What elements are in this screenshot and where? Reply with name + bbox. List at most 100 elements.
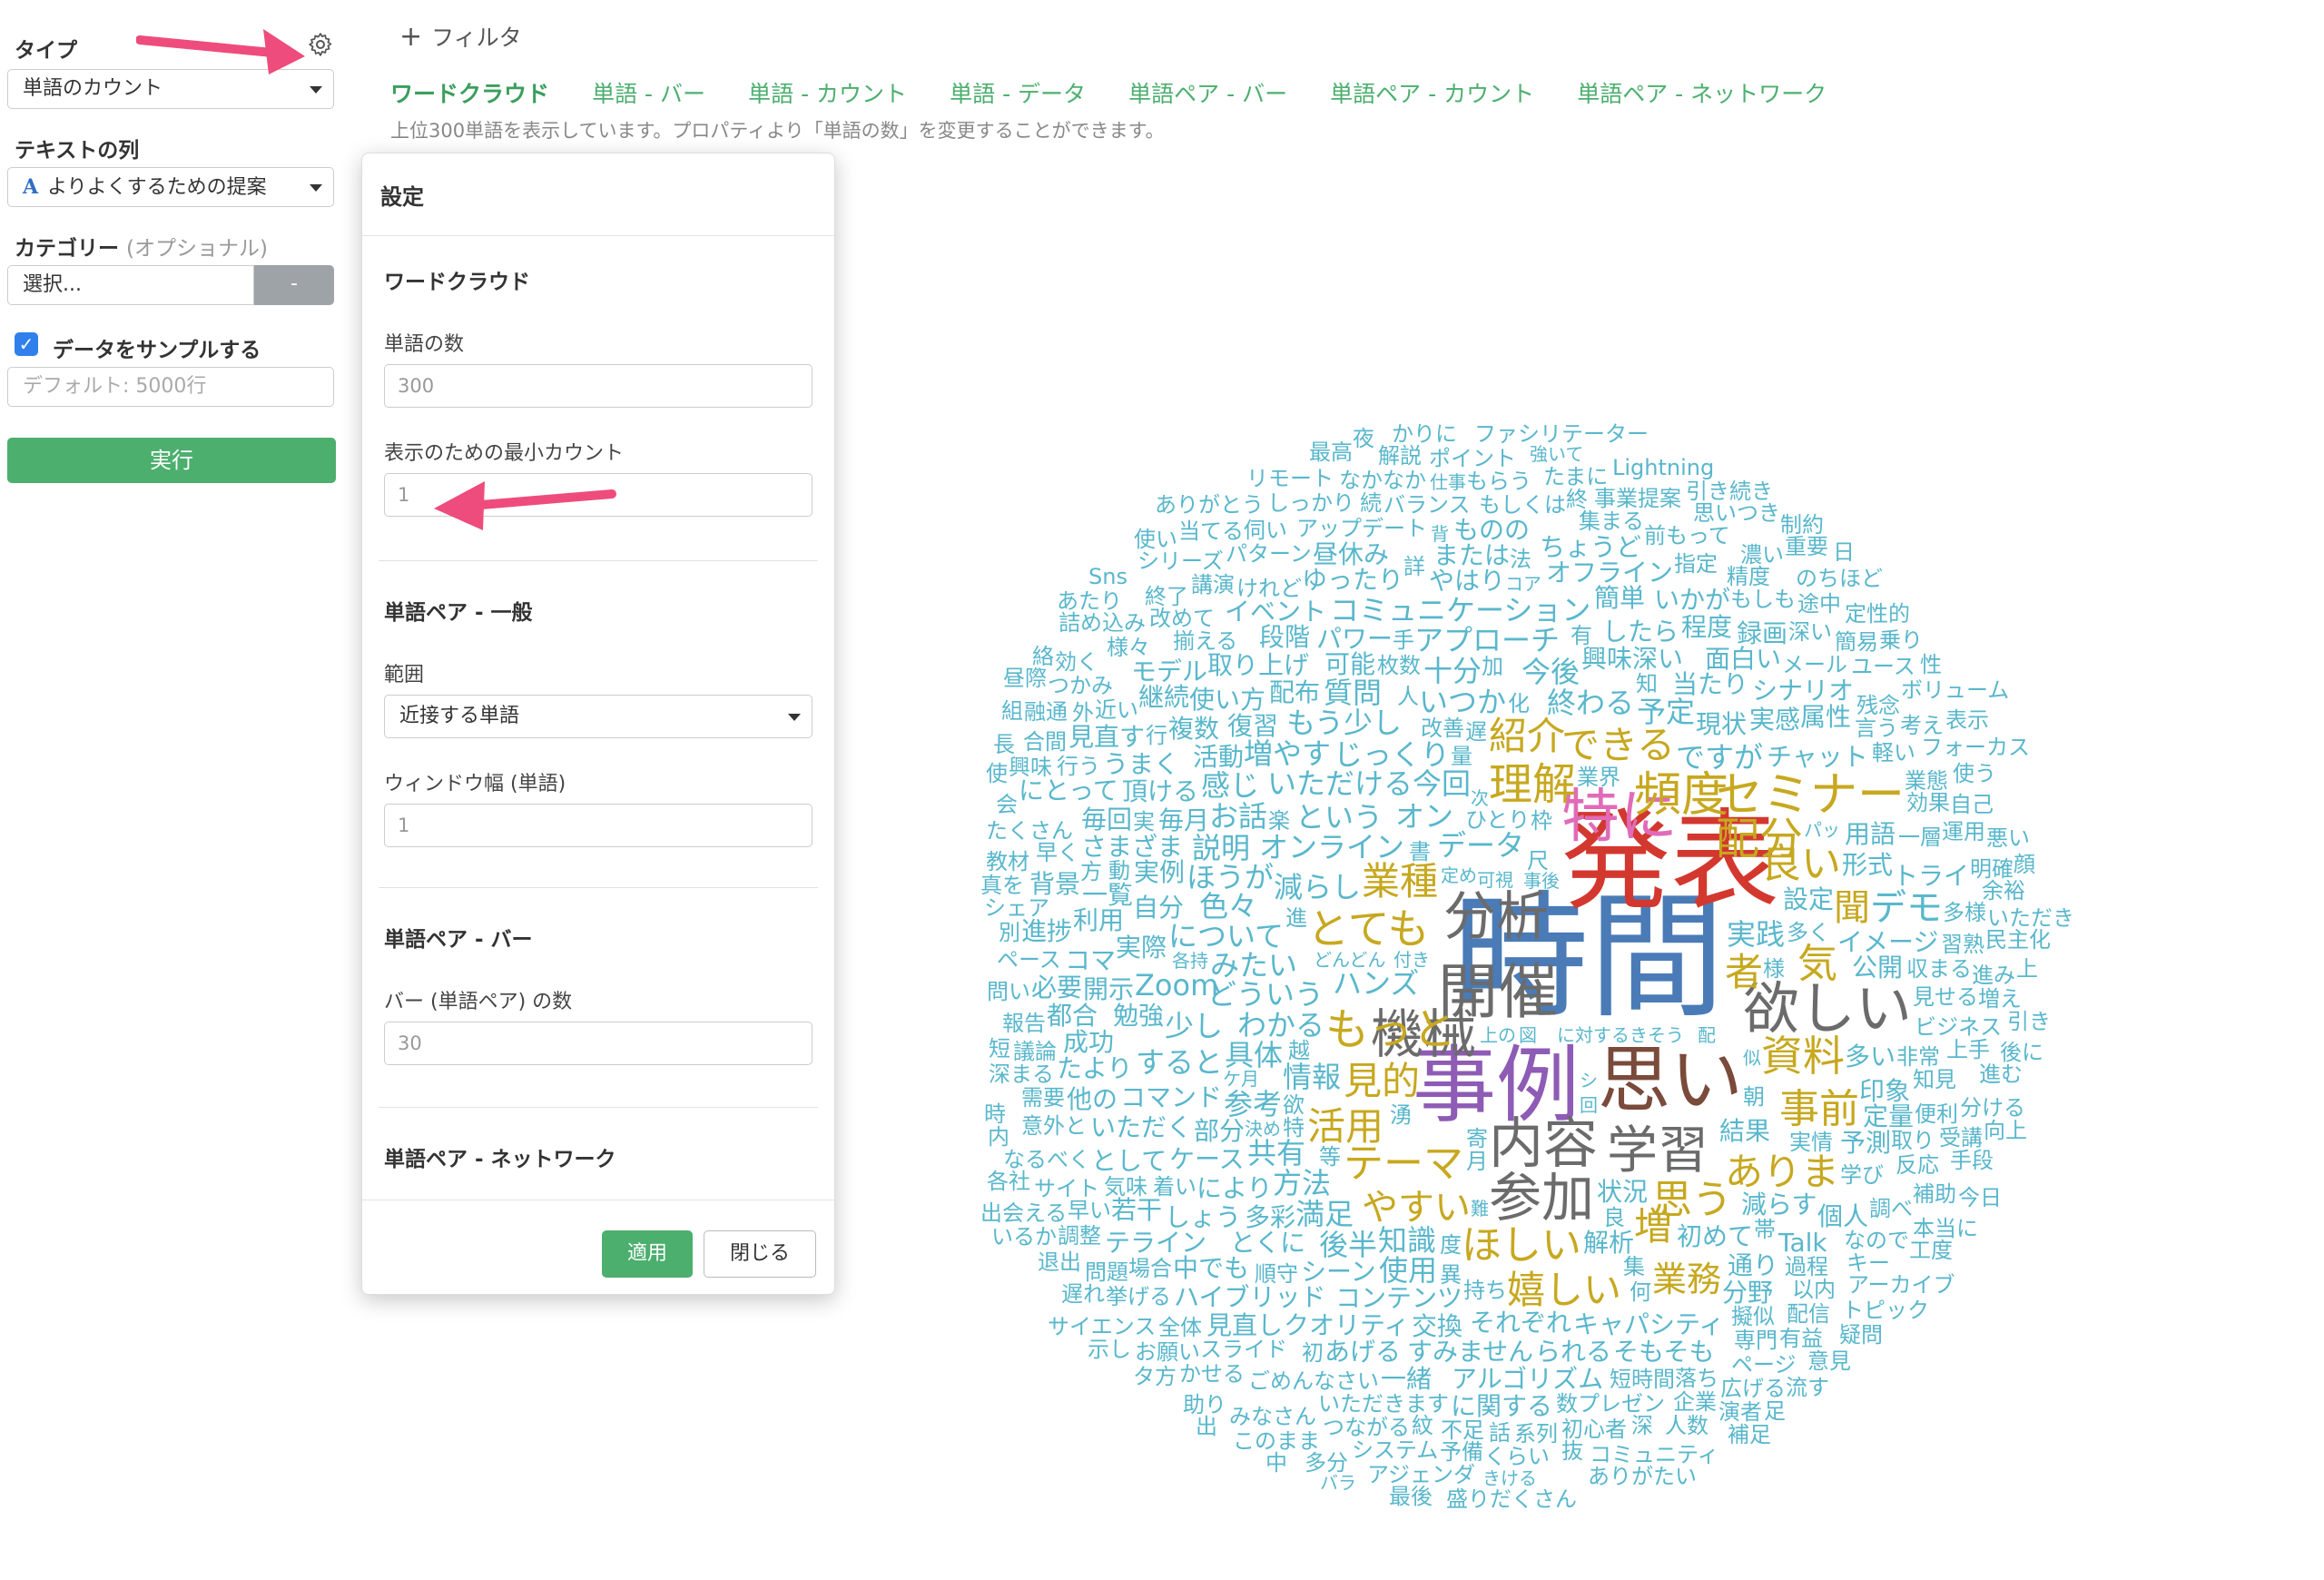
pair-bar-count-input[interactable]: 30 — [384, 1022, 812, 1065]
wordcloud-word: チャット — [1767, 742, 1868, 772]
wordcloud-word: 尺 — [1527, 848, 1549, 874]
wordcloud-word: パターン — [1226, 541, 1312, 567]
tab-word-bar[interactable]: 単語 - バー — [592, 76, 705, 109]
text-column-value: よりよくするための提案 — [47, 176, 267, 199]
wordcloud-word: 言う — [1855, 716, 1898, 741]
wordcloud-word: 使い — [1134, 527, 1177, 552]
tab-pair-network[interactable]: 単語ペア - ネットワーク — [1577, 76, 1827, 109]
tab-pair-bar[interactable]: 単語ペア - バー — [1128, 76, 1287, 109]
wordcloud-word: このまま — [1233, 1428, 1320, 1454]
filter-button[interactable]: + フィルタ — [399, 20, 522, 53]
wordcloud-word: 様 — [1763, 956, 1785, 982]
wordcloud-word: バラ — [1320, 1472, 1356, 1494]
range-select[interactable]: 近接する単語 — [384, 695, 812, 738]
run-button[interactable]: 実行 — [7, 438, 336, 483]
wordcloud-word: パワー — [1316, 624, 1393, 654]
wordcloud-word: なるべく — [1003, 1147, 1090, 1172]
tab-wordcloud[interactable]: ワードクラウド — [390, 76, 549, 109]
wordcloud-word: 改善 — [1421, 716, 1464, 741]
wordcloud-word: 余裕 — [1982, 878, 2025, 904]
sample-checkbox[interactable]: ✓ — [15, 332, 38, 356]
wordcloud-word: 別 — [999, 920, 1020, 945]
wordcloud-word: いただく — [1090, 1112, 1193, 1142]
wordcloud-word: 融通 — [1024, 699, 1068, 725]
wordcloud-word: 着い — [1153, 1174, 1196, 1200]
wordcloud-word: 現状 — [1696, 709, 1748, 739]
wordcloud-word: 示し — [1088, 1337, 1131, 1362]
wordcloud-word: 自分 — [1133, 893, 1185, 923]
wordcloud-word: きそう — [1630, 1024, 1684, 1046]
wordcloud-word: 考え — [1900, 713, 1944, 738]
wordcloud-word: 興味深い — [1581, 644, 1684, 674]
wordcloud-word: 分野 — [1722, 1278, 1774, 1308]
wordcloud-word: モデル — [1131, 657, 1208, 686]
wordcloud-word: 結果 — [1719, 1116, 1771, 1146]
wordcloud-word: 便利 — [1915, 1101, 1958, 1127]
wordcloud-word: 終わる — [1547, 686, 1635, 720]
wordcloud-word: アプローチ — [1414, 623, 1561, 657]
wordcloud-word: 指定 — [1674, 551, 1718, 577]
close-button[interactable]: 閉じる — [704, 1230, 816, 1278]
category-select[interactable]: 選択... — [7, 265, 254, 305]
category-clear-button[interactable]: - — [254, 265, 334, 305]
wordcloud-word: 有 — [1571, 623, 1592, 648]
wordcloud-word: 絡 — [1032, 644, 1054, 669]
wordcloud-word: 加 — [1482, 654, 1503, 679]
wordcloud-word: かりに — [1392, 421, 1457, 447]
text-column-select[interactable]: A よりよくするための提案 — [7, 167, 334, 207]
wordcloud-word: 化 — [1508, 691, 1530, 716]
wordcloud-word: 非常 — [1896, 1044, 1940, 1070]
wordcloud-word: 共有 — [1247, 1136, 1306, 1170]
wordcloud-word: 意見 — [1807, 1348, 1851, 1374]
wordcloud-word: 者 — [1725, 950, 1764, 994]
wordcloud-word: ですが — [1676, 740, 1764, 775]
wordcloud-word: 上の — [1480, 1024, 1516, 1046]
wordcloud-word: 業務 — [1652, 1259, 1722, 1299]
wordcloud-word: 深 — [1631, 1413, 1653, 1438]
wordcloud-word: 方 — [1080, 859, 1102, 884]
wordcloud-word: オフライン — [1546, 558, 1674, 588]
wordcloud-word: 理解 — [1489, 759, 1577, 810]
wordcloud-word: 昼際 — [1003, 666, 1047, 691]
tab-word-count[interactable]: 単語 - カウント — [748, 76, 907, 109]
wordcloud-word: コマ — [1065, 945, 1117, 975]
wordcloud-word: トライ — [1893, 861, 1970, 891]
wordcloud-word: やすい — [1362, 1187, 1471, 1229]
wordcloud-word: 動 — [1108, 858, 1130, 884]
apply-button[interactable]: 適用 — [602, 1230, 693, 1278]
wordcloud-word: 設定 — [1783, 884, 1835, 914]
wordcloud-word: もう少し — [1286, 706, 1403, 740]
wordcloud-word: 問題 — [1085, 1259, 1128, 1285]
wordcloud-word: という — [1295, 800, 1384, 834]
word-count-input[interactable]: 300 — [384, 364, 812, 408]
wordcloud-word: コマンド — [1120, 1082, 1223, 1112]
wordcloud-word: 予備 — [1440, 1439, 1483, 1465]
wordcloud-word: ビジネス — [1915, 1014, 2002, 1040]
wordcloud-word: 枚数 — [1377, 653, 1421, 678]
wordcloud-word: 落ち — [1675, 1366, 1718, 1391]
wordcloud-word: データ — [1437, 828, 1525, 863]
wordcloud-word: 盛りだくさん — [1446, 1486, 1577, 1512]
wordcloud-word: 広げる — [1720, 1376, 1786, 1401]
wordcloud-word: たまに — [1543, 464, 1609, 489]
tab-pair-count[interactable]: 単語ペア - カウント — [1330, 76, 1534, 109]
wordcloud-word: 開示 — [1083, 974, 1135, 1004]
tab-word-data[interactable]: 単語 - データ — [950, 76, 1086, 109]
sample-size-input[interactable]: デフォルト: 5000行 — [7, 367, 334, 407]
wordcloud-word: もしも — [1730, 587, 1796, 612]
wordcloud-word: 明確 — [1970, 856, 2014, 882]
wordcloud-word: 通り — [1728, 1250, 1779, 1280]
wordcloud-word: 各持 — [1172, 950, 1208, 972]
wordcloud-word: つかみ — [1048, 673, 1113, 698]
wordcloud-word: により — [1196, 1173, 1273, 1203]
wordcloud-word: 使う — [1953, 761, 1996, 786]
wordcloud-word: 増 — [1634, 1204, 1673, 1249]
window-input[interactable]: 1 — [384, 804, 812, 847]
wordcloud-word: つながる — [1323, 1415, 1410, 1440]
wordcloud-word: 多く — [1787, 920, 1830, 945]
wordcloud-word: 深い — [1788, 619, 1832, 645]
wordcloud-word: 出会える — [980, 1200, 1068, 1226]
wordcloud-word: 量 — [1451, 744, 1472, 769]
wordcloud-word: 内容 — [1489, 1112, 1598, 1176]
wordcloud-word: 色々 — [1199, 889, 1258, 923]
